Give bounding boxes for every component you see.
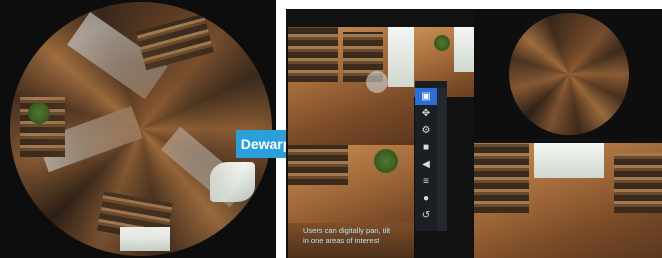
view-window [388, 27, 414, 87]
video-icon[interactable]: ■ [415, 139, 437, 156]
caption-line-1: Users can digitally pan, tilt [303, 226, 391, 235]
view-plant [374, 149, 398, 173]
fisheye-window [210, 162, 255, 202]
caption: Users can digitally pan, tilt in one are… [303, 226, 413, 246]
vertical-toolbar: ▣ ✥ ⚙ ■ ◀ ≡ ● ↺ [415, 88, 437, 231]
toggle-icon[interactable]: ● [415, 190, 437, 207]
fisheye-source-panel [0, 0, 276, 258]
view-shelf [614, 153, 662, 213]
dewarp-label: Dewarp [241, 136, 292, 152]
volume-icon[interactable]: ◀ [415, 156, 437, 173]
fisheye-shelf [97, 191, 173, 243]
view-window [534, 143, 604, 178]
toolbar-header [415, 81, 447, 88]
fisheye-thumbnail [509, 13, 629, 135]
toolbar-side-strip [437, 88, 447, 231]
list-icon[interactable]: ≡ [415, 173, 437, 190]
view-shelf [288, 27, 338, 82]
view-top-right[interactable] [474, 9, 662, 139]
caption-line-2: in one areas of interest [303, 236, 380, 245]
view-shelf [288, 145, 348, 185]
fisheye-shelf [136, 13, 214, 71]
fisheye-wedge [67, 12, 168, 100]
view-bottom-right[interactable] [474, 143, 662, 258]
fisheye-image [10, 2, 272, 256]
ptz-icon[interactable]: ✥ [415, 105, 437, 122]
view-shelf [474, 143, 529, 213]
settings-icon[interactable]: ⚙ [415, 122, 437, 139]
refresh-icon[interactable]: ↺ [415, 207, 437, 224]
ptz-nav-ring[interactable] [366, 71, 388, 93]
fisheye-window [120, 227, 170, 251]
view-plant [434, 35, 450, 51]
dewarped-views-panel [286, 9, 662, 258]
fisheye-shelf [20, 97, 65, 157]
camera-icon[interactable]: ▣ [415, 88, 437, 105]
fisheye-plant [28, 102, 50, 124]
fisheye-wedge [37, 105, 143, 173]
view-top-left[interactable] [288, 27, 414, 145]
